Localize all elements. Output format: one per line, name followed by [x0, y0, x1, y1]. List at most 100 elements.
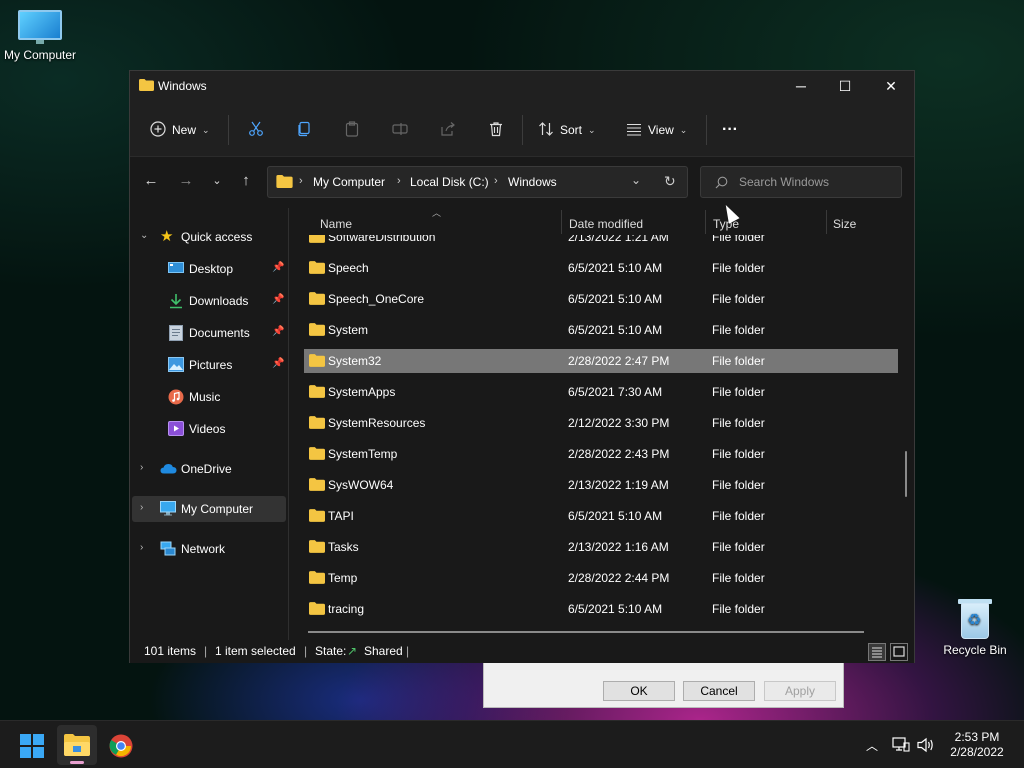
breadcrumb-windows[interactable]: Windows	[508, 175, 557, 189]
view-button[interactable]: View ⌄	[626, 119, 687, 141]
sidebar-item-pictures[interactable]: Pictures 📌	[130, 352, 288, 378]
file-row[interactable]: Speech_OneCore 6/5/2021 5:10 AM File folde…	[304, 287, 898, 311]
column-separator[interactable]	[826, 210, 827, 234]
file-name: Speech	[328, 261, 369, 275]
address-bar[interactable]: › My Computer › Local Disk (C:) › Window…	[267, 166, 688, 198]
title-bar[interactable]: Windows ─ ☐ ✕	[130, 71, 914, 101]
sidebar-item-music[interactable]: Music	[130, 384, 288, 410]
sidebar-item-network[interactable]: › Network	[130, 536, 288, 562]
vertical-scrollbar[interactable]	[905, 451, 907, 497]
sort-button[interactable]: Sort ⌄	[538, 119, 596, 141]
search-box[interactable]	[700, 166, 902, 198]
windows-logo-icon	[20, 734, 44, 758]
desktop-icon-recycle-bin[interactable]: ♻ Recycle Bin	[935, 597, 1015, 657]
file-type: File folder	[712, 602, 765, 616]
sidebar-item-videos[interactable]: Videos	[130, 416, 288, 442]
sidebar-item-desktop[interactable]: Desktop 📌	[130, 256, 288, 282]
apply-button[interactable]: Apply	[764, 681, 836, 701]
chevron-right-icon[interactable]: ›	[140, 462, 143, 473]
details-view-button[interactable]	[868, 643, 886, 661]
minimize-button[interactable]: ─	[778, 71, 824, 101]
cancel-button[interactable]: Cancel	[683, 681, 755, 701]
ok-button[interactable]: OK	[603, 681, 675, 701]
paste-button[interactable]	[344, 119, 360, 141]
folder-icon	[309, 509, 325, 525]
sidebar-item-onedrive[interactable]: › OneDrive	[130, 456, 288, 482]
file-row[interactable]: SoftwareDistribution 2/13/2022 1:21 AM Fil…	[304, 235, 898, 249]
file-row[interactable]: System32 2/28/2022 2:47 PM File folder	[304, 349, 898, 373]
delete-button[interactable]	[488, 119, 504, 141]
chevron-down-icon[interactable]: ⌄	[140, 230, 148, 241]
close-button[interactable]: ✕	[868, 71, 914, 101]
system-clock[interactable]: 2:53 PM 2/28/2022	[942, 730, 1012, 760]
file-row[interactable]: Speech 6/5/2021 5:10 AM File folder	[304, 256, 898, 280]
file-row[interactable]: SystemResources 2/12/2022 3:30 PM File fol…	[304, 411, 898, 435]
folder-icon	[309, 354, 325, 370]
file-date: 6/5/2021 5:10 AM	[568, 261, 663, 275]
pin-icon[interactable]: 📌	[272, 294, 284, 305]
share-button[interactable]	[440, 119, 456, 141]
column-header-date[interactable]: Date modified	[569, 217, 643, 231]
sidebar-item-downloads[interactable]: Downloads 📌	[130, 288, 288, 314]
folder-icon	[309, 235, 325, 246]
breadcrumb-local-disk[interactable]: Local Disk (C:)	[410, 175, 489, 189]
file-row[interactable]: System 6/5/2021 5:10 AM File folder	[304, 318, 898, 342]
trash-icon	[488, 121, 504, 140]
file-row[interactable]: Tasks 2/13/2022 1:16 AM File folder	[304, 535, 898, 559]
volume-icon[interactable]	[917, 737, 935, 756]
sidebar-item-documents[interactable]: Documents 📌	[130, 320, 288, 346]
file-name: SystemApps	[328, 385, 396, 399]
navigation-bar: ← → ⌄ ↑ › My Computer › Local Disk (C:) …	[130, 158, 914, 204]
show-hidden-icons-button[interactable]: ︿	[866, 737, 878, 754]
search-input[interactable]	[739, 174, 889, 190]
new-button[interactable]: New ⌄	[150, 119, 210, 141]
file-name: SysWOW64	[328, 478, 394, 492]
more-options-button[interactable]: ···	[722, 119, 738, 141]
pin-icon[interactable]: 📌	[272, 358, 284, 369]
file-row[interactable]: SystemApps 6/5/2021 7:30 AM File folder	[304, 380, 898, 404]
start-button[interactable]	[12, 725, 52, 765]
file-row[interactable]: SysWOW64 2/13/2022 1:19 AM File folder	[304, 473, 898, 497]
file-row[interactable]: TAPI 6/5/2021 5:10 AM File folder	[304, 504, 898, 528]
pin-icon[interactable]: 📌	[272, 326, 284, 337]
file-name: tracing	[328, 602, 365, 616]
cut-button[interactable]	[248, 119, 264, 141]
file-date: 6/5/2021 5:10 AM	[568, 602, 663, 616]
file-row[interactable]: tracing 6/5/2021 5:10 AM File folder	[304, 597, 898, 621]
file-name: System32	[328, 354, 382, 368]
desktop-icon-my-computer[interactable]: My Computer	[0, 10, 80, 62]
column-separator[interactable]	[705, 210, 706, 234]
file-name: Speech_OneCore	[328, 292, 425, 306]
file-type: File folder	[712, 235, 765, 244]
file-row[interactable]: SystemTemp 2/28/2022 2:43 PM File folder	[304, 442, 898, 466]
refresh-icon[interactable]: ↻	[664, 173, 676, 190]
copy-button[interactable]	[296, 119, 312, 141]
back-button[interactable]: ←	[140, 170, 162, 192]
forward-button[interactable]: →	[175, 170, 197, 192]
sidebar-item-my-computer[interactable]: › My Computer	[132, 496, 286, 522]
column-header-name[interactable]: Name	[320, 217, 352, 231]
taskbar-file-explorer[interactable]	[57, 725, 97, 765]
chevron-right-icon[interactable]: ›	[140, 502, 143, 513]
file-row[interactable]: Temp 2/28/2022 2:44 PM File folder	[304, 566, 898, 590]
rename-button[interactable]	[392, 119, 408, 141]
pin-icon[interactable]: 📌	[272, 262, 284, 273]
file-type: File folder	[712, 447, 765, 461]
column-header-size[interactable]: Size	[833, 217, 856, 231]
network-status-icon[interactable]	[892, 737, 910, 756]
taskbar-chrome[interactable]	[101, 725, 141, 765]
clipboard-icon	[344, 120, 360, 140]
breadcrumb-my-computer[interactable]: My Computer	[313, 175, 385, 189]
sidebar-item-quick-access[interactable]: ⌄ ★ Quick access	[130, 224, 288, 250]
up-button[interactable]: ↑	[235, 170, 257, 192]
maximize-button[interactable]: ☐	[822, 71, 868, 101]
thumbnail-view-button[interactable]	[890, 643, 908, 661]
file-explorer-icon	[64, 734, 90, 756]
pane-divider[interactable]	[288, 208, 289, 640]
address-dropdown-icon[interactable]: ⌄	[631, 173, 641, 187]
file-explorer-window: Windows ─ ☐ ✕ New ⌄ Sort ⌄ View ⌄ ··· ← …	[129, 70, 915, 663]
column-separator[interactable]	[561, 210, 562, 234]
horizontal-scrollbar[interactable]	[308, 631, 864, 633]
chevron-right-icon[interactable]: ›	[140, 542, 143, 553]
recent-locations-button[interactable]: ⌄	[206, 170, 228, 192]
